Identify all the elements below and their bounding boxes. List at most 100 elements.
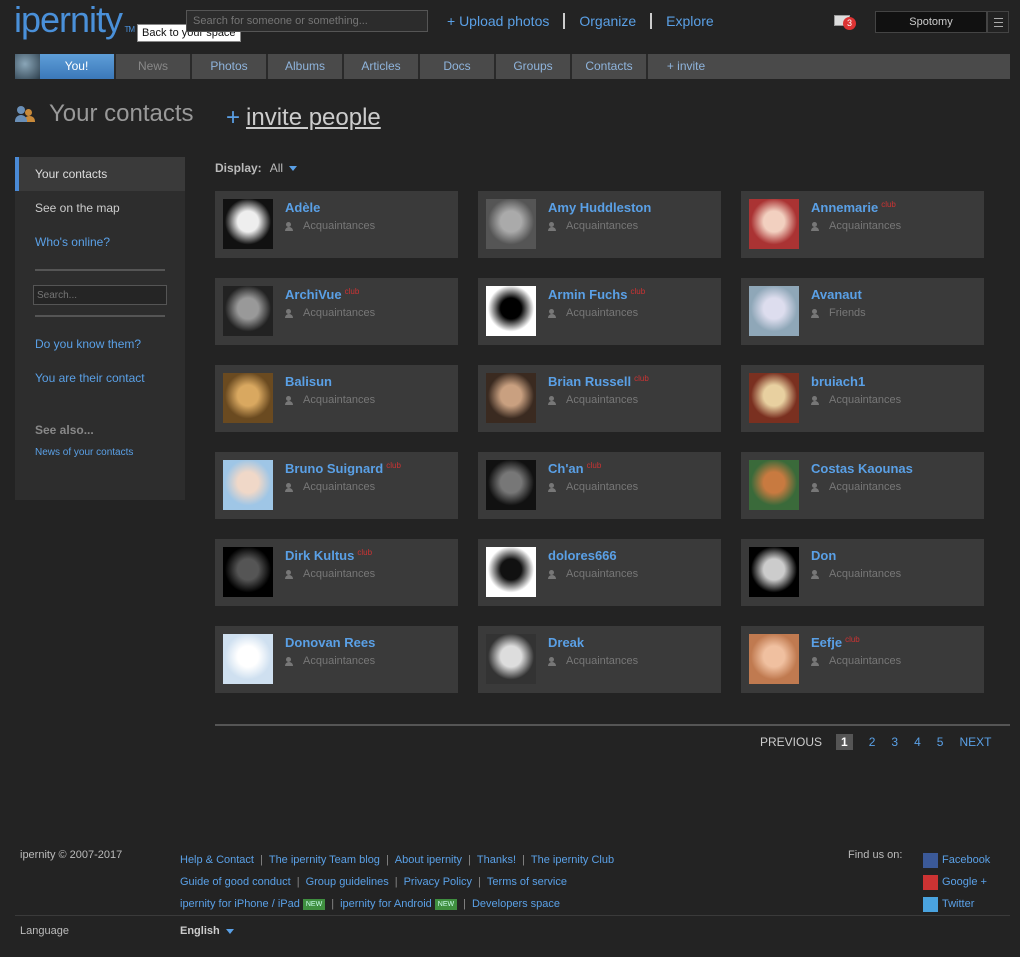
contact-card[interactable]: Brian Russell club Acquaintances [478,365,721,432]
global-search-input[interactable] [186,10,428,32]
contact-avatar[interactable] [749,460,799,510]
contact-name[interactable]: Amy Huddleston [548,200,651,215]
contact-avatar[interactable] [486,547,536,597]
developers-link[interactable]: Developers space [472,898,560,910]
contact-card[interactable]: bruiach1 Acquaintances [741,365,984,432]
contact-name[interactable]: Brian Russell club [548,374,649,389]
contact-name[interactable]: Annemarie club [811,200,896,215]
contact-card[interactable]: Bruno Suignard club Acquaintances [215,452,458,519]
contact-avatar[interactable] [749,199,799,249]
tab-groups[interactable]: Groups [496,54,572,79]
contact-avatar[interactable] [223,286,273,336]
contact-name[interactable]: Bruno Suignard club [285,461,401,476]
android-app-link[interactable]: ipernity for Android [340,898,432,910]
contact-card[interactable]: Costas Kaounas Acquaintances [741,452,984,519]
explore-link[interactable]: Explore [666,13,713,29]
contact-card[interactable]: ArchiVue club Acquaintances [215,278,458,345]
contact-name[interactable]: dolores666 [548,548,617,563]
contact-name[interactable]: Avanaut [811,287,862,302]
contact-card[interactable]: dolores666 Acquaintances [478,539,721,606]
tab-news[interactable]: News [116,54,192,79]
contact-name[interactable]: Ch'an club [548,461,601,476]
tab-contacts[interactable]: Contacts [572,54,648,79]
contact-name[interactable]: ArchiVue club [285,287,359,302]
contacts-search-input[interactable] [33,285,167,305]
sidebar-item-do-you-know[interactable]: Do you know them? [15,327,185,361]
twitter-link[interactable]: Twitter [942,898,974,910]
news-of-contacts-link[interactable]: News of your contacts [15,447,185,458]
footer-link[interactable]: About ipernity [395,854,462,866]
contact-card[interactable]: Donovan Rees Acquaintances [215,626,458,693]
contact-avatar[interactable] [223,634,273,684]
sidebar-item-their-contact[interactable]: You are their contact [15,361,185,395]
contact-name[interactable]: Don [811,548,836,563]
contact-avatar[interactable] [223,373,273,423]
chevron-down-icon[interactable] [225,928,234,934]
chevron-down-icon[interactable] [289,166,298,172]
organize-link[interactable]: Organize [579,13,636,29]
contact-card[interactable]: Armin Fuchs club Acquaintances [478,278,721,345]
contact-name[interactable]: Adèle [285,200,320,215]
footer-link[interactable]: Thanks! [477,854,516,866]
contact-avatar[interactable] [749,373,799,423]
mail-icon[interactable]: 3 [834,13,856,30]
contact-avatar[interactable] [486,373,536,423]
contact-card[interactable]: Balisun Acquaintances [215,365,458,432]
tab-invite[interactable]: + invite [648,54,724,79]
contact-name[interactable]: Balisun [285,374,332,389]
google-plus-link[interactable]: Google + [942,876,987,888]
sidebar-item-see-map[interactable]: See on the map [15,191,185,225]
contact-name[interactable]: Armin Fuchs club [548,287,645,302]
sidebar-item-your-contacts[interactable]: Your contacts [15,157,185,191]
contact-avatar[interactable] [486,286,536,336]
footer-link[interactable]: The ipernity Club [531,854,614,866]
previous-page-button[interactable]: PREVIOUS [760,735,822,749]
iphone-app-link[interactable]: ipernity for iPhone / iPad [180,898,300,910]
invite-people[interactable]: + invite people [226,104,381,132]
contact-name[interactable]: Donovan Rees [285,635,375,650]
contact-card[interactable]: Adèle Acquaintances [215,191,458,258]
tab-articles[interactable]: Articles [344,54,420,79]
contact-name[interactable]: Dreak [548,635,584,650]
contact-avatar[interactable] [486,199,536,249]
contact-card[interactable]: Dirk Kultus club Acquaintances [215,539,458,606]
display-filter[interactable]: Display: All [215,161,298,175]
footer-link[interactable]: Terms of service [487,876,567,888]
contact-card[interactable]: Don Acquaintances [741,539,984,606]
hamburger-icon[interactable] [987,11,1009,33]
contact-card[interactable]: Annemarie club Acquaintances [741,191,984,258]
contact-card[interactable]: Eefje club Acquaintances [741,626,984,693]
contact-name[interactable]: Costas Kaounas [811,461,913,476]
user-menu-button[interactable]: Spotomy [875,11,987,33]
contact-card[interactable]: Dreak Acquaintances [478,626,721,693]
language-select[interactable]: English [180,925,234,937]
contact-card[interactable]: Amy Huddleston Acquaintances [478,191,721,258]
contact-avatar[interactable] [749,634,799,684]
facebook-link[interactable]: Facebook [942,854,990,866]
tab-photos[interactable]: Photos [192,54,268,79]
page-4-button[interactable]: 4 [914,735,921,749]
footer-link[interactable]: Guide of good conduct [180,876,291,888]
contact-avatar[interactable] [486,460,536,510]
upload-photos-link[interactable]: + Upload photos [447,13,549,29]
page-1-button[interactable]: 1 [836,734,853,750]
contact-avatar[interactable] [749,286,799,336]
contact-avatar[interactable] [486,634,536,684]
footer-link[interactable]: Group guidelines [306,876,389,888]
footer-link[interactable]: The ipernity Team blog [269,854,380,866]
contact-name[interactable]: bruiach1 [811,374,865,389]
tab-docs[interactable]: Docs [420,54,496,79]
page-3-button[interactable]: 3 [891,735,898,749]
invite-people-link[interactable]: invite people [246,104,381,131]
contact-name[interactable]: Eefje club [811,635,860,650]
ipernity-logo[interactable]: ipernity TM [14,0,135,40]
footer-link[interactable]: Help & Contact [180,854,254,866]
sidebar-item-whos-online[interactable]: Who's online? [15,225,185,259]
contact-name[interactable]: Dirk Kultus club [285,548,372,563]
next-page-button[interactable]: NEXT [959,735,991,749]
page-5-button[interactable]: 5 [937,735,944,749]
display-value[interactable]: All [270,161,283,175]
footer-link[interactable]: Privacy Policy [404,876,472,888]
contact-avatar[interactable] [223,547,273,597]
contact-avatar[interactable] [223,199,273,249]
